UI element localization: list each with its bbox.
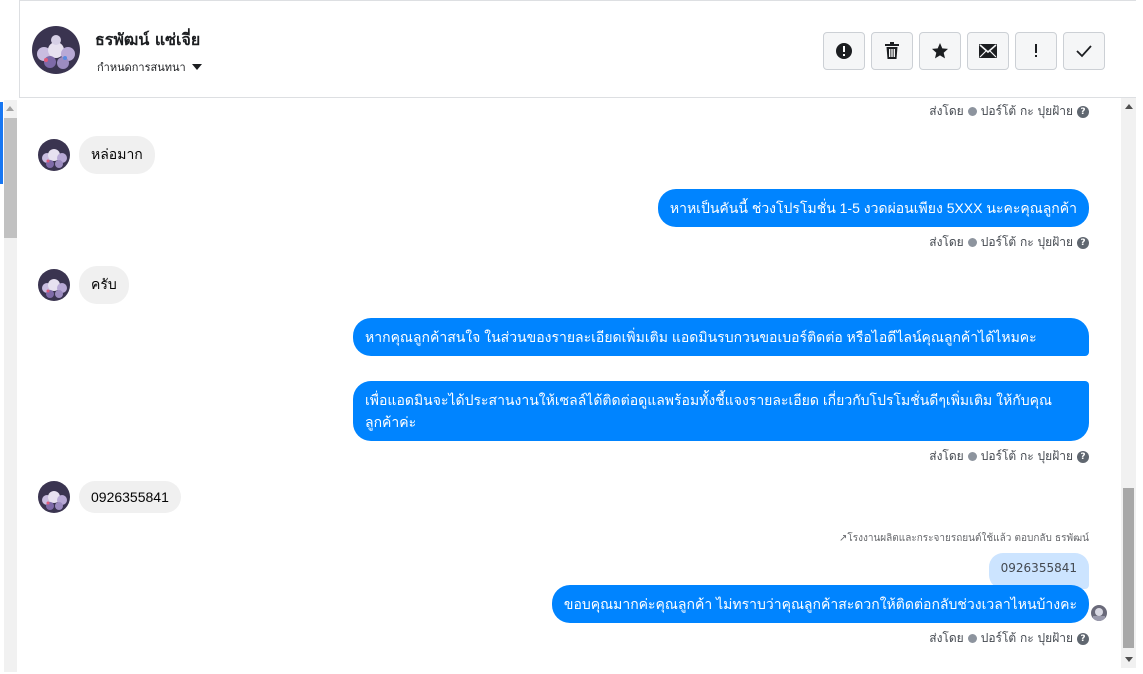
help-icon[interactable]: ? — [1077, 105, 1089, 118]
contact-avatar-small[interactable] — [38, 481, 70, 513]
reply-note: ↗โรงงานผลิตและกระจายรถยนต์ใช้แล้ว ตอบกลั… — [838, 533, 1089, 544]
sender-status-icon — [967, 107, 977, 116]
sender-status-icon — [967, 452, 977, 461]
trash-icon — [885, 42, 899, 59]
scroll-thumb[interactable] — [1123, 488, 1134, 648]
outgoing-message[interactable]: เพื่อแอดมินจะได้ประสานงานให้เซลล์ได้ติดต… — [353, 381, 1089, 441]
message-thread: ส่งโดย ปอร์โต้ กะ ปุยฝ้าย ? หล่อมาก หาหเ… — [19, 98, 1121, 674]
message-bubble[interactable]: ครับ — [79, 266, 129, 304]
conversation-settings-dropdown[interactable]: กำหนดการสนทนา — [97, 58, 202, 76]
scroll-up-arrow-icon[interactable] — [6, 106, 14, 111]
selection-indicator — [0, 102, 3, 184]
scroll-up-arrow-icon[interactable] — [1125, 104, 1133, 109]
message-bubble[interactable]: 0926355841 — [79, 481, 181, 513]
important-button[interactable] — [1015, 32, 1057, 70]
exclamation-icon — [1035, 44, 1037, 57]
left-scroll-thumb[interactable] — [4, 118, 17, 238]
delete-button[interactable] — [871, 32, 913, 70]
help-icon[interactable]: ? — [1077, 236, 1089, 249]
star-icon — [932, 43, 948, 59]
spam-button[interactable] — [823, 32, 865, 70]
sent-by-line: ส่งโดย ปอร์โต้ กะ ปุยฝ้าย ? — [929, 102, 1089, 121]
contact-avatar-small[interactable] — [38, 139, 70, 171]
conversation-header: ธรพัฒน์ แซ่เจี่ย กำหนดการสนทนา — [19, 0, 1136, 98]
sender-status-icon — [967, 238, 977, 247]
sent-by-line: ส่งโดย ปอร์โต้ กะ ปุยฝ้าย ? — [929, 629, 1089, 648]
action-toolbar — [823, 32, 1105, 70]
checkmark-icon — [1076, 45, 1092, 58]
sent-by-line: ส่งโดย ปอร์โต้ กะ ปุยฝ้าย ? — [929, 233, 1089, 252]
scroll-down-arrow-icon[interactable] — [1125, 657, 1133, 662]
help-icon[interactable]: ? — [1077, 632, 1089, 645]
envelope-icon — [979, 44, 997, 58]
mark-unread-button[interactable] — [967, 32, 1009, 70]
outgoing-message[interactable]: ขอบคุณมากค่ะคุณลูกค้า ไม่ทราบว่าคุณลูกค้… — [551, 585, 1089, 623]
sender-status-icon — [967, 634, 977, 643]
help-icon[interactable]: ? — [1077, 450, 1089, 463]
sent-by-line: ส่งโดย ปอร์โต้ กะ ปุยฝ้าย ? — [929, 447, 1089, 466]
message-scrollbar[interactable] — [1121, 98, 1136, 668]
outgoing-message[interactable]: หาหเป็นคันนี้ ช่วงโปรโมชั่น 1-5 งวดผ่อนเ… — [657, 189, 1089, 227]
contact-avatar-small[interactable] — [38, 269, 70, 301]
outgoing-message[interactable]: หากคุณลูกค้าสนใจ ในส่วนของรายละเอียดเพิ่… — [353, 318, 1089, 356]
seen-avatar — [1091, 605, 1107, 621]
quoted-message[interactable]: 0926355841 — [988, 553, 1089, 589]
incoming-message: หล่อมาก — [38, 136, 155, 174]
star-button[interactable] — [919, 32, 961, 70]
done-button[interactable] — [1063, 32, 1105, 70]
conversation-settings-label: กำหนดการสนทนา — [97, 61, 186, 74]
contact-name[interactable]: ธรพัฒน์ แซ่เจี่ย — [95, 28, 200, 53]
caret-down-icon — [191, 64, 202, 70]
contact-avatar[interactable] — [32, 26, 80, 74]
incoming-message: ครับ — [38, 266, 129, 304]
left-scrollbar[interactable] — [0, 98, 19, 674]
message-bubble[interactable]: หล่อมาก — [79, 136, 155, 174]
incoming-message: 0926355841 — [38, 481, 181, 513]
alert-circle-icon — [836, 43, 852, 59]
